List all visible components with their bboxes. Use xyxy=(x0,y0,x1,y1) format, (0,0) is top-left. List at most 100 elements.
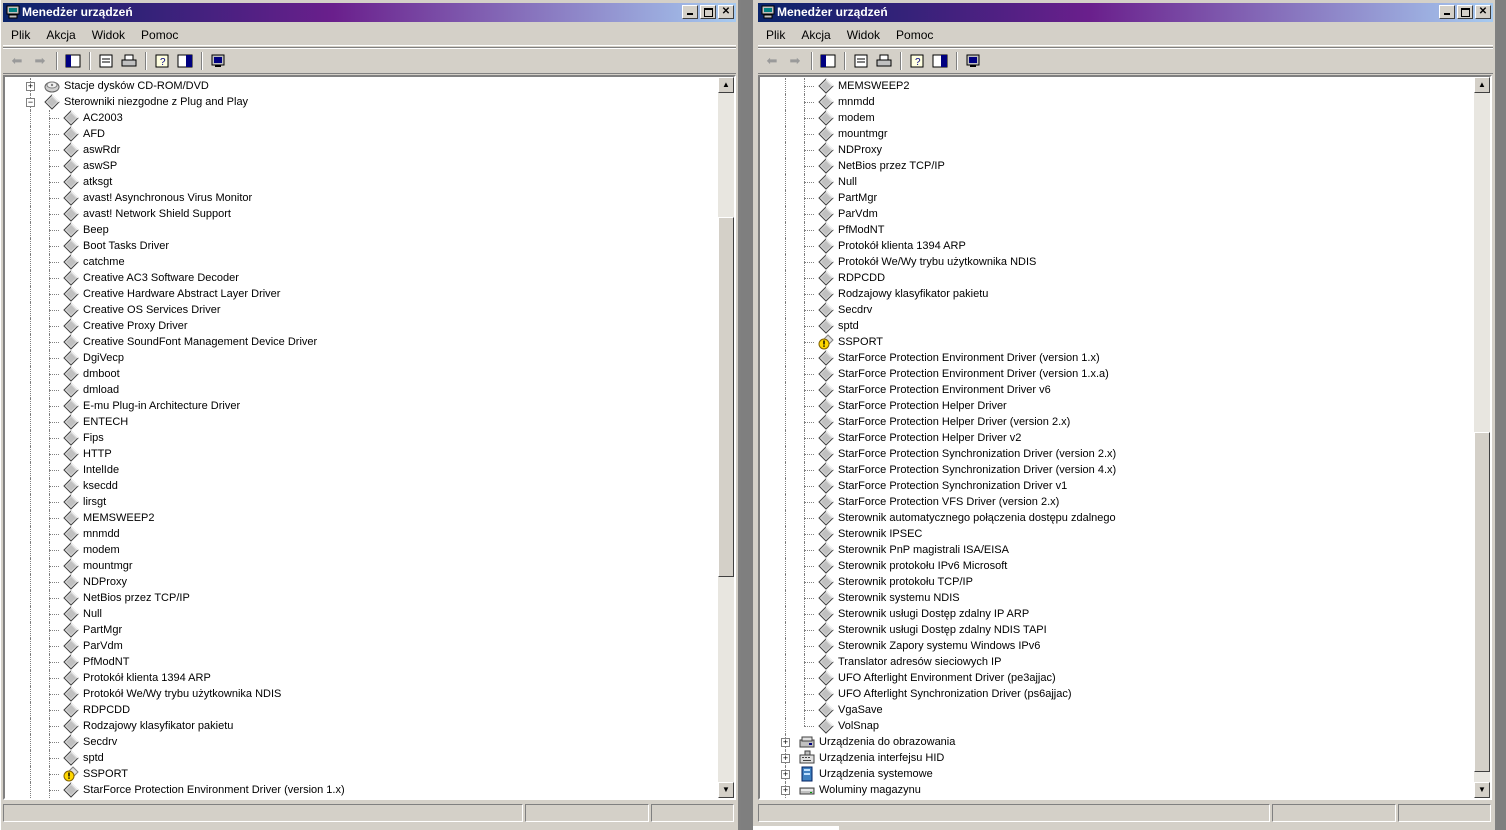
menu-pomoc[interactable]: Pomoc xyxy=(888,28,941,42)
vertical-scrollbar[interactable]: ▲ ▼ xyxy=(718,77,734,798)
properties-icon[interactable] xyxy=(851,52,871,70)
tree-item-lirsgt[interactable]: lirsgt xyxy=(5,494,721,510)
tree-item-creative-proxy-driver[interactable]: Creative Proxy Driver xyxy=(5,318,721,334)
tree-item-sptd[interactable]: sptd xyxy=(5,750,721,766)
print-icon[interactable] xyxy=(119,52,139,70)
expand-plus-icon[interactable]: + xyxy=(781,754,790,763)
tree-item-sterownik-us-ugi-dost-p-zdalny-ip-arp[interactable]: Sterownik usługi Dostęp zdalny IP ARP xyxy=(760,606,1476,622)
tree-item-starforce-protection-synchronization-driver-version-2-x[interactable]: StarForce Protection Synchronization Dri… xyxy=(760,446,1476,462)
tree-item-sterownik-protoko-u-tcp-ip[interactable]: Sterownik protokołu TCP/IP xyxy=(760,574,1476,590)
expand-plus-icon[interactable]: + xyxy=(781,738,790,747)
tree-item-urz-dzenia-do-obrazowania[interactable]: + Urządzenia do obrazowania xyxy=(760,734,1476,750)
scroll-down-button[interactable]: ▼ xyxy=(1474,782,1490,798)
title-bar[interactable]: Menedżer urządzeń ✕ xyxy=(758,3,1493,22)
tree-item-mountmgr[interactable]: mountmgr xyxy=(5,558,721,574)
tree-item-mountmgr[interactable]: mountmgr xyxy=(760,126,1476,142)
tree-item-fips[interactable]: Fips xyxy=(5,430,721,446)
tree-item-sptd[interactable]: sptd xyxy=(760,318,1476,334)
tree-item-stacje-dysk-w-cd-rom-dvd[interactable]: + Stacje dysków CD-ROM/DVD xyxy=(5,78,721,94)
tree-item-beep[interactable]: Beep xyxy=(5,222,721,238)
tree-item-aswsp[interactable]: aswSP xyxy=(5,158,721,174)
tree-item-starforce-protection-synchronization-driver-v1[interactable]: StarForce Protection Synchronization Dri… xyxy=(760,478,1476,494)
forward-arrow-icon[interactable]: ➡ xyxy=(785,52,805,70)
tree-item-creative-soundfont-management-device-driver[interactable]: Creative SoundFont Management Device Dri… xyxy=(5,334,721,350)
tree-item-catchme[interactable]: catchme xyxy=(5,254,721,270)
help-icon[interactable]: ? xyxy=(907,52,927,70)
tree-item-starforce-protection-environment-driver-v6[interactable]: StarForce Protection Environment Driver … xyxy=(760,382,1476,398)
tree-item-starforce-protection-helper-driver-v2[interactable]: StarForce Protection Helper Driver v2 xyxy=(760,430,1476,446)
tree-item-atksgt[interactable]: atksgt xyxy=(5,174,721,190)
tree-item-starforce-protection-environment-driver-version-1-x[interactable]: StarForce Protection Environment Driver … xyxy=(5,782,721,798)
forward-arrow-icon[interactable]: ➡ xyxy=(30,52,50,70)
tree-item-rdpcdd[interactable]: RDPCDD xyxy=(760,270,1476,286)
tree-item-protok-klienta-1394-arp[interactable]: Protokół klienta 1394 ARP xyxy=(5,670,721,686)
tree-item-parvdm[interactable]: ParVdm xyxy=(5,638,721,654)
menu-akcja[interactable]: Akcja xyxy=(38,28,83,42)
menu-widok[interactable]: Widok xyxy=(839,28,888,42)
scan-hardware-icon[interactable] xyxy=(963,52,983,70)
tree-item-ksecdd[interactable]: ksecdd xyxy=(5,478,721,494)
tree-item-dmboot[interactable]: dmboot xyxy=(5,366,721,382)
tree-item-starforce-protection-synchronization-driver-version-4-x[interactable]: StarForce Protection Synchronization Dri… xyxy=(760,462,1476,478)
tree-item-sterownik-automatycznego-po-czenia-dost-pu-zdalnego[interactable]: Sterownik automatycznego połączenia dost… xyxy=(760,510,1476,526)
scroll-thumb[interactable] xyxy=(718,217,734,577)
tree-item-partmgr[interactable]: PartMgr xyxy=(5,622,721,638)
tree-item-sterownik-systemu-ndis[interactable]: Sterownik systemu NDIS xyxy=(760,590,1476,606)
tree-item-intelide[interactable]: IntelIde xyxy=(5,462,721,478)
maximize-button[interactable] xyxy=(1457,5,1473,19)
tree-item-ndproxy[interactable]: NDProxy xyxy=(760,142,1476,158)
tree-item-urz-dzenia-interfejsu-hid[interactable]: + Urządzenia interfejsu HID xyxy=(760,750,1476,766)
scroll-up-button[interactable]: ▲ xyxy=(1474,77,1490,93)
maximize-button[interactable] xyxy=(700,5,716,19)
tree-item-secdrv[interactable]: Secdrv xyxy=(5,734,721,750)
tree-item-http[interactable]: HTTP xyxy=(5,446,721,462)
tree-item-sterowniki-niezgodne-z-plug-and-play[interactable]: − Sterowniki niezgodne z Plug and Play xyxy=(5,94,721,110)
tree-item-rodzajowy-klasyfikator-pakietu[interactable]: Rodzajowy klasyfikator pakietu xyxy=(5,718,721,734)
tree-item-sterownik-ipsec[interactable]: Sterownik IPSEC xyxy=(760,526,1476,542)
menu-widok[interactable]: Widok xyxy=(84,28,133,42)
show-hide-tree-icon[interactable] xyxy=(63,52,83,70)
tree-item-ssport[interactable]: SSPORT xyxy=(760,334,1476,350)
tree-item-volsnap[interactable]: VolSnap xyxy=(760,718,1476,734)
tree-item-netbios-przez-tcp-ip[interactable]: NetBios przez TCP/IP xyxy=(760,158,1476,174)
tree-item-secdrv[interactable]: Secdrv xyxy=(760,302,1476,318)
tree-item-rdpcdd[interactable]: RDPCDD xyxy=(5,702,721,718)
expand-plus-icon[interactable]: + xyxy=(26,82,35,91)
expand-plus-icon[interactable]: + xyxy=(781,770,790,779)
tree-item-ac2003[interactable]: AC2003 xyxy=(5,110,721,126)
scroll-thumb[interactable] xyxy=(1474,432,1490,772)
tree-item-starforce-protection-helper-driver[interactable]: StarForce Protection Helper Driver xyxy=(760,398,1476,414)
tree-item-ssport[interactable]: SSPORT xyxy=(5,766,721,782)
tree-item-ufo-afterlight-environment-driver-pe3ajjac[interactable]: UFO Afterlight Environment Driver (pe3aj… xyxy=(760,670,1476,686)
tree-item-protok-we-wy-trybu-u-ytkownika-ndis[interactable]: Protokół We/Wy trybu użytkownika NDIS xyxy=(760,254,1476,270)
tree-item-sterownik-pnp-magistrali-isa-eisa[interactable]: Sterownik PnP magistrali ISA/EISA xyxy=(760,542,1476,558)
tree-item-partmgr[interactable]: PartMgr xyxy=(760,190,1476,206)
tree-item-starforce-protection-environment-driver-version-1-x-a[interactable]: StarForce Protection Environment Driver … xyxy=(760,366,1476,382)
minimize-button[interactable] xyxy=(682,5,698,19)
tree-item-modem[interactable]: modem xyxy=(5,542,721,558)
menu-plik[interactable]: Plik xyxy=(758,28,793,42)
tree-item-sterownik-zapory-systemu-windows-ipv6[interactable]: Sterownik Zapory systemu Windows IPv6 xyxy=(760,638,1476,654)
tree-item-boot-tasks-driver[interactable]: Boot Tasks Driver xyxy=(5,238,721,254)
tree-item-aswrdr[interactable]: aswRdr xyxy=(5,142,721,158)
tree-item-sterownik-us-ugi-dost-p-zdalny-ndis-tapi[interactable]: Sterownik usługi Dostęp zdalny NDIS TAPI xyxy=(760,622,1476,638)
scroll-up-button[interactable]: ▲ xyxy=(718,77,734,93)
tree-item-ndproxy[interactable]: NDProxy xyxy=(5,574,721,590)
view-pane-icon[interactable] xyxy=(175,52,195,70)
tree-item-creative-hardware-abstract-layer-driver[interactable]: Creative Hardware Abstract Layer Driver xyxy=(5,286,721,302)
properties-icon[interactable] xyxy=(96,52,116,70)
collapse-minus-icon[interactable]: − xyxy=(26,98,35,107)
tree-item-sterownik-protoko-u-ipv6-microsoft[interactable]: Sterownik protokołu IPv6 Microsoft xyxy=(760,558,1476,574)
tree-item-creative-ac3-software-decoder[interactable]: Creative AC3 Software Decoder xyxy=(5,270,721,286)
tree-item-pfmodnt[interactable]: PfModNT xyxy=(5,654,721,670)
show-hide-tree-icon[interactable] xyxy=(818,52,838,70)
tree-item-entech[interactable]: ENTECH xyxy=(5,414,721,430)
expand-plus-icon[interactable]: + xyxy=(781,786,790,795)
tree-item-protok-we-wy-trybu-u-ytkownika-ndis[interactable]: Protokół We/Wy trybu użytkownika NDIS xyxy=(5,686,721,702)
tree-item-pfmodnt[interactable]: PfModNT xyxy=(760,222,1476,238)
tree-item-vgasave[interactable]: VgaSave xyxy=(760,702,1476,718)
back-arrow-icon[interactable]: ⬅ xyxy=(762,52,782,70)
tree-item-parvdm[interactable]: ParVdm xyxy=(760,206,1476,222)
device-tree[interactable]: + Stacje dysków CD-ROM/DVD − Sterowniki nie… xyxy=(3,75,736,800)
tree-item-urz-dzenia-systemowe[interactable]: + Urządzenia systemowe xyxy=(760,766,1476,782)
